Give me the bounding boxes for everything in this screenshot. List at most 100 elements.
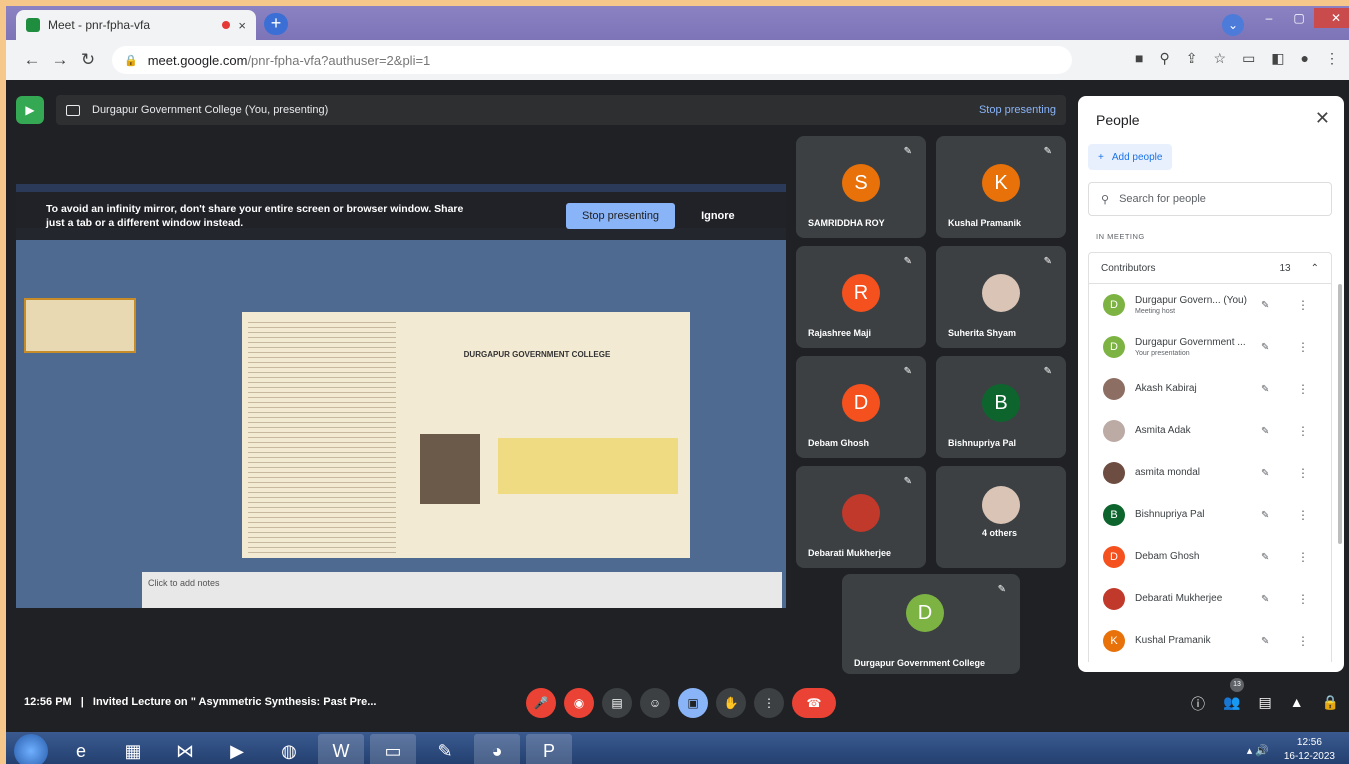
add-people-button[interactable]: + Add people — [1088, 144, 1173, 170]
raise-hand-button[interactable]: ✋ — [716, 688, 746, 718]
camera-toggle-button[interactable]: ◉ — [564, 688, 594, 718]
tab-title: Meet - pnr-fpha-vfa — [48, 18, 151, 32]
tab-close-button[interactable]: × — [238, 18, 246, 33]
stop-presenting-button[interactable]: Stop presenting — [566, 203, 676, 229]
mic-muted-icon: ✎ — [1261, 635, 1270, 647]
media-player-icon[interactable]: ▶ — [214, 734, 260, 764]
tray-icons[interactable]: ▴ 🔊 — [1247, 744, 1269, 757]
reload-icon[interactable]: ↻ — [74, 50, 102, 70]
tab-search-icon[interactable]: ⌄ — [1222, 14, 1244, 36]
powerpoint-icon[interactable]: P — [526, 734, 572, 764]
slide-notes[interactable]: Click to add notes — [142, 572, 782, 608]
participant-tile[interactable]: ✎ R Rajashree Maji — [796, 246, 926, 348]
maximize-button[interactable]: ▢ — [1284, 8, 1314, 28]
lock-icon[interactable]: 🔒 — [124, 54, 138, 67]
participant-tile[interactable]: ✎ Debarati Mukherjee — [796, 466, 926, 568]
contributors-header[interactable]: Contributors 13 ⌃ — [1088, 252, 1332, 284]
more-vert-icon[interactable]: ⋮ — [1297, 508, 1309, 522]
people-search-input[interactable]: ⚲ Search for people — [1088, 182, 1332, 216]
minimize-button[interactable]: – — [1254, 8, 1284, 28]
participant-list-item[interactable]: asmita mondal ✎ ⋮ — [1089, 452, 1331, 494]
add-person-icon: + — [1098, 151, 1104, 163]
participant-list-item[interactable]: Asmita Adak ✎ ⋮ — [1089, 410, 1331, 452]
calculator-icon[interactable]: ▦ — [110, 734, 156, 764]
toolbar-icons: ■ ⚲ ⇪ ☆ ▭ ◧ ● ⋮ — [1135, 50, 1339, 67]
menu-kebab-icon[interactable]: ⋮ — [1325, 50, 1339, 67]
participant-list-item[interactable]: D Durgapur Government ... Your presentatio… — [1089, 326, 1331, 368]
chat-icon[interactable]: ▤ — [1258, 694, 1271, 714]
share-icon[interactable]: ⇪ — [1186, 50, 1198, 67]
close-panel-icon[interactable]: ✕ — [1315, 108, 1330, 129]
word-icon[interactable]: W — [318, 734, 364, 764]
participant-tile[interactable]: ✎ K Kushal Pramanik — [936, 136, 1066, 238]
mic-muted-icon: ✎ — [1261, 593, 1270, 605]
profile-avatar-icon[interactable]: ● — [1301, 50, 1309, 67]
participant-list-item[interactable]: D Debam Ghosh ✎ ⋮ — [1089, 536, 1331, 578]
more-vert-icon[interactable]: ⋮ — [1297, 424, 1309, 438]
participant-list-item[interactable]: K Kushal Pramanik ✎ ⋮ — [1089, 620, 1331, 662]
ie-icon[interactable]: e — [58, 734, 104, 764]
more-vert-icon[interactable]: ⋮ — [1297, 634, 1309, 648]
camera-icon[interactable]: ■ — [1135, 50, 1143, 67]
people-icon[interactable]: 👥 — [1223, 694, 1240, 714]
list-participant-name: Durgapur Government ... — [1135, 337, 1246, 348]
participant-list-item[interactable]: D Durgapur Govern... (You) Meeting host ✎ ⋮ — [1089, 284, 1331, 326]
host-controls-icon[interactable]: 🔒 — [1322, 694, 1339, 714]
bookmark-star-icon[interactable]: ☆ — [1214, 50, 1227, 67]
more-vert-icon[interactable]: ⋮ — [1297, 592, 1309, 606]
more-vert-icon[interactable]: ⋮ — [1297, 340, 1309, 354]
zoom-icon[interactable]: ⚲ — [1160, 50, 1170, 67]
participant-tile[interactable]: ✎ S SAMRIDDHA ROY — [796, 136, 926, 238]
leave-call-button[interactable]: ☎ — [792, 688, 836, 718]
more-vert-icon[interactable]: ⋮ — [1297, 298, 1309, 312]
more-options-button[interactable]: ⋮ — [754, 688, 784, 718]
address-bar[interactable]: 🔒 meet.google.com /pnr-fpha-vfa?authuser… — [112, 46, 1072, 74]
participant-tile[interactable]: ✎ Suherita Shyam — [936, 246, 1066, 348]
participant-role: Meeting host — [1135, 308, 1176, 315]
others-tile[interactable]: 4 others — [936, 466, 1066, 568]
system-clock[interactable]: 12:56 16-12-2023 — [1284, 736, 1335, 764]
cast-icon[interactable]: ▭ — [1242, 50, 1255, 67]
paint-icon[interactable]: ✎ — [422, 734, 468, 764]
meet-stage: ▶ Durgapur Government College (You, pres… — [6, 80, 1349, 726]
participant-name: Debam Ghosh — [808, 438, 870, 448]
meet-favicon-icon — [26, 18, 40, 32]
more-vert-icon[interactable]: ⋮ — [1297, 466, 1309, 480]
participant-name: Debarati Mukherjee — [808, 548, 892, 558]
participant-list-item[interactable]: B Bishnupriya Pal ✎ ⋮ — [1089, 494, 1331, 536]
more-vert-icon[interactable]: ⋮ — [1297, 382, 1309, 396]
chrome-icon[interactable]: ◕ — [474, 734, 520, 764]
new-tab-button[interactable]: + — [264, 13, 288, 35]
participant-tile[interactable]: ✎ B Bishnupriya Pal — [936, 356, 1066, 458]
firefox-icon[interactable]: ◍ — [266, 734, 312, 764]
participant-info: Akash Kabiraj — [1135, 383, 1255, 396]
mic-toggle-button[interactable]: 🎤 — [526, 688, 556, 718]
warning-message: To avoid an infinity mirror, don't share… — [46, 203, 464, 229]
folder-icon[interactable]: ▭ — [370, 734, 416, 764]
captions-button[interactable]: ▤ — [602, 688, 632, 718]
avatar-photo — [842, 494, 880, 532]
stop-presenting-link[interactable]: Stop presenting — [979, 104, 1056, 116]
chevron-up-icon[interactable]: ⌃ — [1311, 263, 1319, 274]
self-tile[interactable]: ✎ D Durgapur Government College — [842, 574, 1020, 674]
browser-tab[interactable]: Meet - pnr-fpha-vfa × — [16, 10, 256, 40]
activities-icon[interactable]: ▲ — [1290, 694, 1304, 714]
more-vert-icon[interactable]: ⋮ — [1297, 550, 1309, 564]
start-button[interactable] — [14, 734, 48, 764]
close-window-button[interactable]: ✕ — [1314, 8, 1349, 28]
participant-list-item[interactable]: Debarati Mukherjee ✎ ⋮ — [1089, 578, 1331, 620]
back-icon[interactable]: ← — [18, 50, 46, 70]
meet-controls-bar: 12:56 PM | Invited Lecture on " Asymmetr… — [6, 684, 1349, 726]
participant-list-item[interactable]: Akash Kabiraj ✎ ⋮ — [1089, 368, 1331, 410]
ignore-button[interactable]: Ignore — [701, 210, 735, 222]
participant-name: Bishnupriya Pal — [948, 438, 1017, 448]
present-button[interactable]: ▣ — [678, 688, 708, 718]
info-icon[interactable]: ⓘ — [1191, 694, 1205, 714]
side-panel-icon[interactable]: ◧ — [1271, 50, 1284, 67]
participant-tile[interactable]: ✎ D Debam Ghosh — [796, 356, 926, 458]
recording-dot-icon — [222, 21, 231, 29]
emoji-button[interactable]: ☺ — [640, 688, 670, 718]
winamp-icon[interactable]: ⋈ — [162, 734, 208, 764]
scrollbar[interactable] — [1338, 284, 1342, 544]
forward-icon[interactable]: → — [46, 50, 74, 70]
